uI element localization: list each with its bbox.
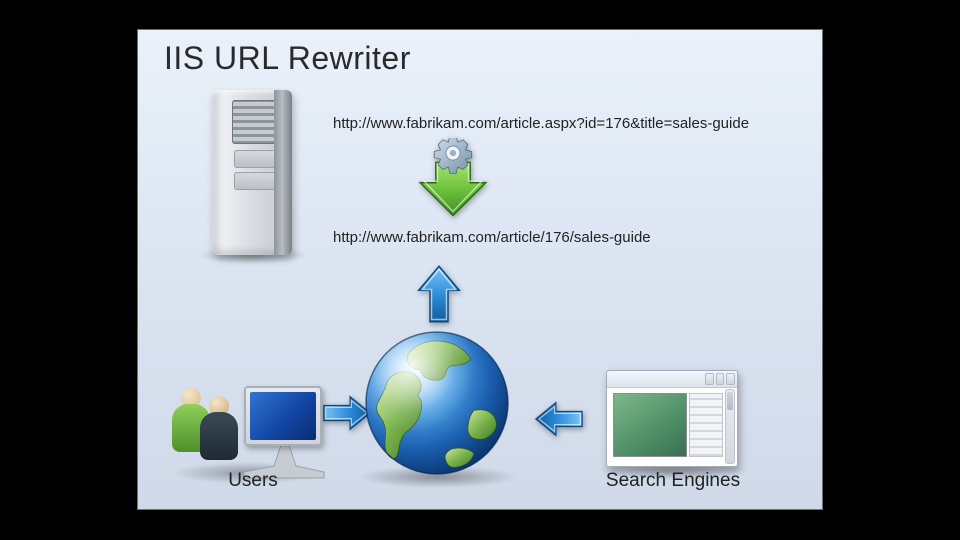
browser-side-pane [689, 393, 723, 457]
scrollbar-icon [725, 389, 735, 464]
person-icon [200, 396, 238, 466]
slide-canvas: IIS URL Rewriter http://www.fabrikam.com… [137, 29, 823, 510]
users-icon [178, 380, 318, 480]
browser-content-pane [613, 393, 687, 457]
server-side [274, 90, 292, 255]
url-before: http://www.fabrikam.com/article.aspx?id=… [333, 115, 749, 132]
server-icon [198, 90, 308, 260]
browser-titlebar [607, 371, 737, 388]
search-engines-label: Search Engines [588, 470, 758, 492]
server-body [212, 90, 292, 255]
slide-title: IIS URL Rewriter [164, 40, 411, 77]
rewrite-arrow-icon [414, 138, 492, 218]
window-controls-icon [705, 373, 735, 383]
users-label: Users [203, 470, 303, 492]
monitor-icon [244, 386, 322, 446]
globe-icon [363, 329, 511, 477]
arrow-left-icon [534, 398, 584, 440]
arrow-up-icon [416, 264, 462, 324]
url-after: http://www.fabrikam.com/article/176/sale… [333, 229, 651, 246]
browser-window-icon [606, 370, 738, 467]
